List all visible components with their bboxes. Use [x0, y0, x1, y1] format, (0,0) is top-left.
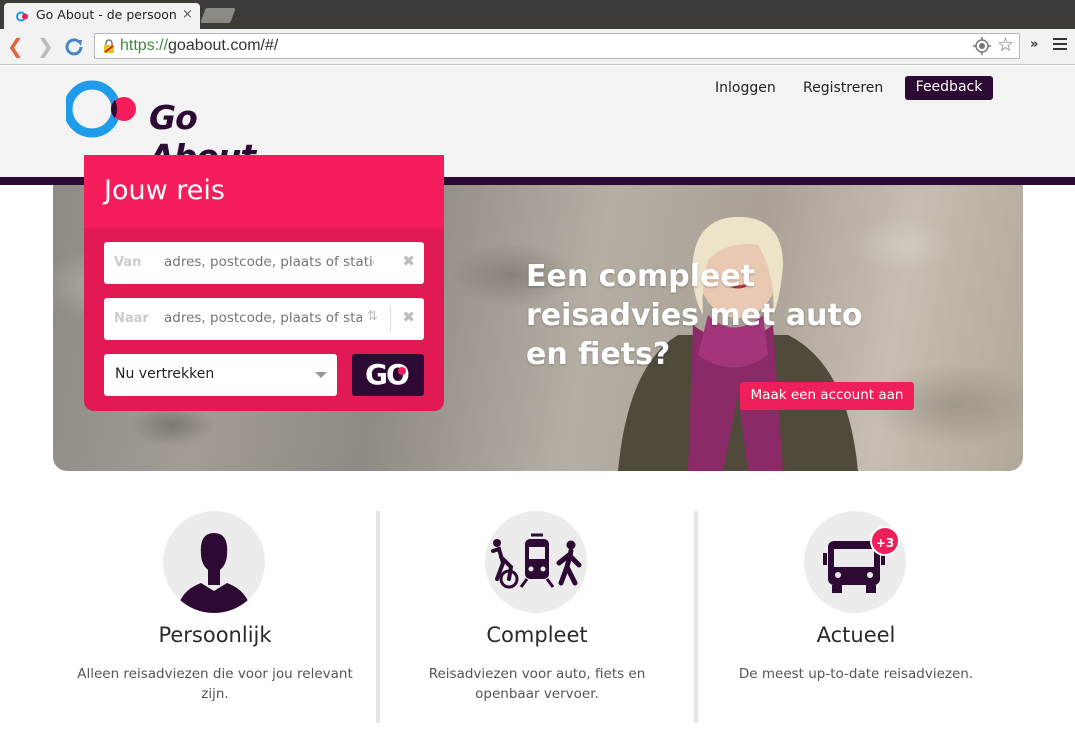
browser-toolbar: ❮ ❯ https://goabout.com/#/ ☆ »: [0, 29, 1075, 65]
field-separator: [390, 306, 391, 332]
tab-title: Go About - de persoonli: [36, 7, 176, 22]
new-tab-button[interactable]: [200, 8, 236, 23]
register-link[interactable]: Registreren: [803, 80, 883, 96]
feature-title: Persoonlijk: [158, 623, 272, 647]
update-count-badge: +3: [870, 526, 900, 556]
clear-to-icon[interactable]: ✖: [402, 308, 415, 326]
forward-icon[interactable]: ❯: [37, 36, 54, 56]
to-field[interactable]: Naar ⇅ ✖: [104, 298, 424, 340]
url-text: https://goabout.com/#/: [120, 37, 279, 54]
extensions-overflow-icon[interactable]: »: [1030, 37, 1038, 52]
back-icon[interactable]: ❮: [7, 36, 24, 56]
page: Go About Inloggen Registreren Feedback E…: [0, 66, 1075, 735]
feature-description: De meest up-to-date reisadviezen.: [738, 666, 974, 682]
location-target-icon[interactable]: [973, 37, 991, 55]
departure-selected: Nu vertrekken: [115, 366, 215, 382]
browser-tab[interactable]: Go About - de persoonli ×: [4, 3, 200, 29]
feature-title: Compleet: [486, 623, 588, 647]
bookmark-star-icon[interactable]: ☆: [997, 34, 1014, 56]
goabout-logo-icon: [63, 80, 136, 138]
from-field[interactable]: Van ✖: [104, 242, 424, 284]
create-account-button[interactable]: Maak een account aan: [740, 382, 914, 410]
login-link[interactable]: Inloggen: [715, 80, 776, 96]
feature-title: Actueel: [816, 623, 896, 647]
browser-tab-strip: Go About - de persoonli ×: [0, 0, 1075, 29]
feature-personal: Persoonlijk Alleen reisadviezen die voor…: [56, 511, 374, 731]
feature-description: Alleen reisadviezen die voor jou relevan…: [77, 666, 353, 702]
browser-menu-icon[interactable]: [1053, 38, 1067, 51]
feature-complete: Compleet Reisadviezen voor auto, fiets e…: [378, 511, 696, 731]
to-input[interactable]: [164, 310, 362, 326]
feedback-button[interactable]: Feedback: [905, 76, 993, 100]
clear-from-icon[interactable]: ✖: [402, 252, 415, 270]
insecure-lock-icon: [104, 39, 114, 53]
person-icon: [163, 511, 265, 613]
tab-close-icon[interactable]: ×: [182, 7, 193, 22]
hero-title: Een compleet reisadvies met auto en fiet…: [526, 259, 863, 372]
swap-icon[interactable]: ⇅: [367, 309, 378, 324]
chevron-down-icon: [315, 372, 327, 378]
goabout-logo[interactable]: Go About: [63, 78, 306, 176]
bike-train-walk-icon: [485, 511, 587, 613]
go-button[interactable]: GO: [352, 354, 424, 396]
journey-title: Jouw reis: [104, 175, 225, 206]
feature-description: Reisadviezen voor auto, fiets en openbaa…: [428, 666, 646, 702]
to-label: Naar: [114, 311, 149, 326]
from-input[interactable]: [164, 254, 374, 270]
go-dot-icon: [398, 367, 406, 375]
reload-icon[interactable]: [64, 37, 84, 57]
from-label: Van: [114, 255, 142, 270]
journey-header: Jouw reis: [84, 155, 444, 228]
departure-select[interactable]: Nu vertrekken: [104, 354, 337, 396]
feature-current: +3 Actueel De meest up-to-date reisadvie…: [697, 511, 1015, 731]
goabout-favicon-icon: [16, 11, 28, 22]
journey-planner: Jouw reis Van ✖ Naar ⇅ ✖ Nu vertrekken G…: [84, 155, 444, 411]
address-bar[interactable]: https://goabout.com/#/ ☆: [94, 33, 1020, 59]
